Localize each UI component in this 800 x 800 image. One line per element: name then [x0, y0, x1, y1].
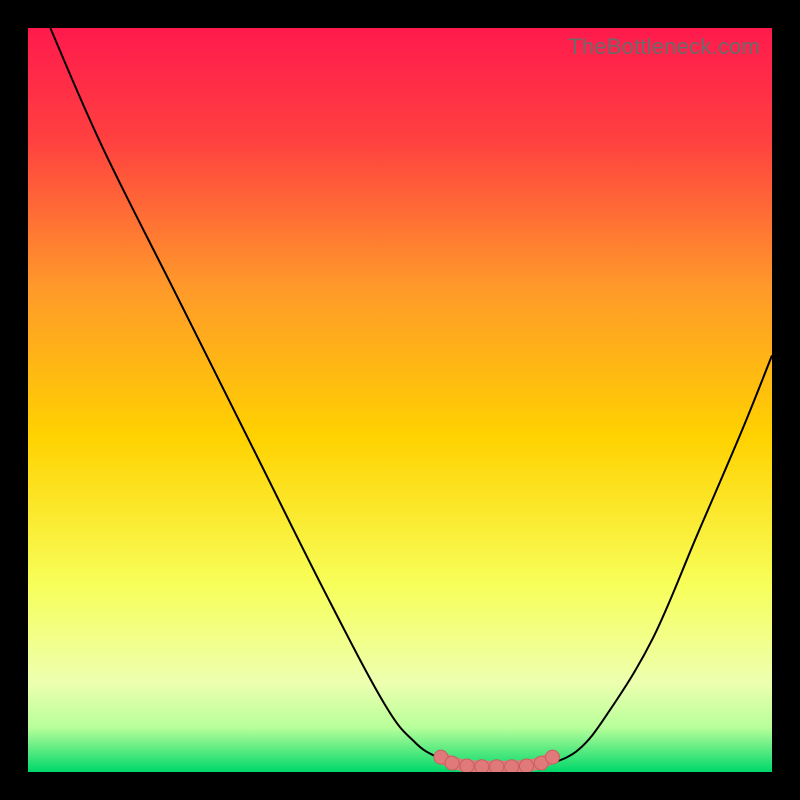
plot-area: TheBottleneck.com	[28, 28, 772, 772]
chart-svg	[28, 28, 772, 772]
chart-frame: TheBottleneck.com	[0, 0, 800, 800]
marker-dot	[546, 750, 560, 764]
marker-dot	[519, 759, 533, 772]
gradient-background	[28, 28, 772, 772]
marker-dot	[490, 760, 504, 772]
marker-dot	[445, 756, 459, 770]
marker-dot	[505, 760, 519, 772]
marker-dot	[460, 759, 474, 772]
watermark-text: TheBottleneck.com	[568, 34, 760, 60]
marker-dot	[475, 760, 489, 772]
